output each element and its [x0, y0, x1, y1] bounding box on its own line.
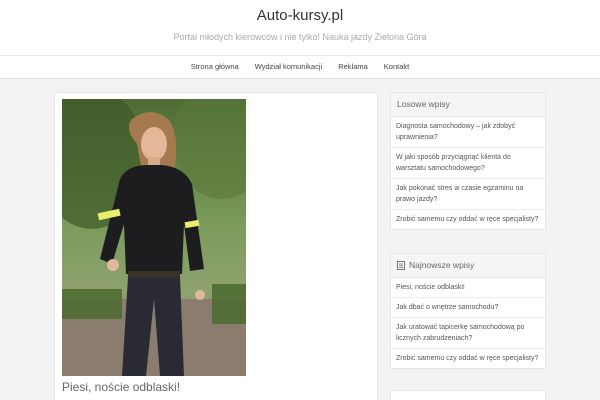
- random-post-link[interactable]: Diagnosta samochodowy – jak zdobyć upraw…: [391, 117, 545, 148]
- site-title[interactable]: Auto-kursy.pl: [0, 7, 600, 24]
- next-widget-edge: [390, 390, 546, 400]
- site-tagline: Portal młodych kierowców i nie tylko! Na…: [173, 32, 427, 42]
- document-icon: [397, 261, 405, 270]
- post-featured-image[interactable]: [62, 99, 246, 376]
- recent-post-link[interactable]: Piesi, noście odblaski!: [391, 278, 545, 298]
- random-posts-title: Losowe wpisy: [391, 93, 545, 117]
- post-title[interactable]: Piesi, noście odblaski!: [62, 380, 180, 394]
- woman-with-reflective-jacket-photo: [62, 99, 246, 376]
- recent-posts-title: Najnowsze wpisy: [409, 260, 475, 270]
- main-nav: Strona główna Wydział komunikacji Reklam…: [0, 55, 600, 79]
- random-post-link[interactable]: Zrobić samemu czy oddać w ręce specjalis…: [391, 210, 545, 229]
- nav-item-home[interactable]: Strona główna: [183, 56, 247, 78]
- random-posts-widget: Losowe wpisy Diagnosta samochodowy – jak…: [390, 92, 546, 230]
- recent-posts-widget: Najnowsze wpisy Piesi, noście odblaski! …: [390, 253, 546, 369]
- nav-item-contact[interactable]: Kontakt: [376, 56, 417, 78]
- recent-post-link[interactable]: Jak dbać o wnętrze samochodu?: [391, 298, 545, 318]
- site-header: Auto-kursy.pl Portal młodych kierowców i…: [0, 0, 600, 55]
- nav-item-department[interactable]: Wydział komunikacji: [247, 56, 330, 78]
- recent-post-link[interactable]: Zrobić samemu czy oddać w ręce specjalis…: [391, 349, 545, 368]
- post-card: Piesi, noście odblaski!: [54, 92, 378, 400]
- random-post-link[interactable]: Jak pokonać stres w czasie egzaminu na p…: [391, 179, 545, 210]
- recent-posts-header: Najnowsze wpisy: [391, 254, 545, 278]
- recent-post-link[interactable]: Jak uratować tapicerkę samochodową po li…: [391, 318, 545, 349]
- random-post-link[interactable]: W jaki sposób przyciągnąć klienta do war…: [391, 148, 545, 179]
- nav-item-advertising[interactable]: Reklama: [330, 56, 376, 78]
